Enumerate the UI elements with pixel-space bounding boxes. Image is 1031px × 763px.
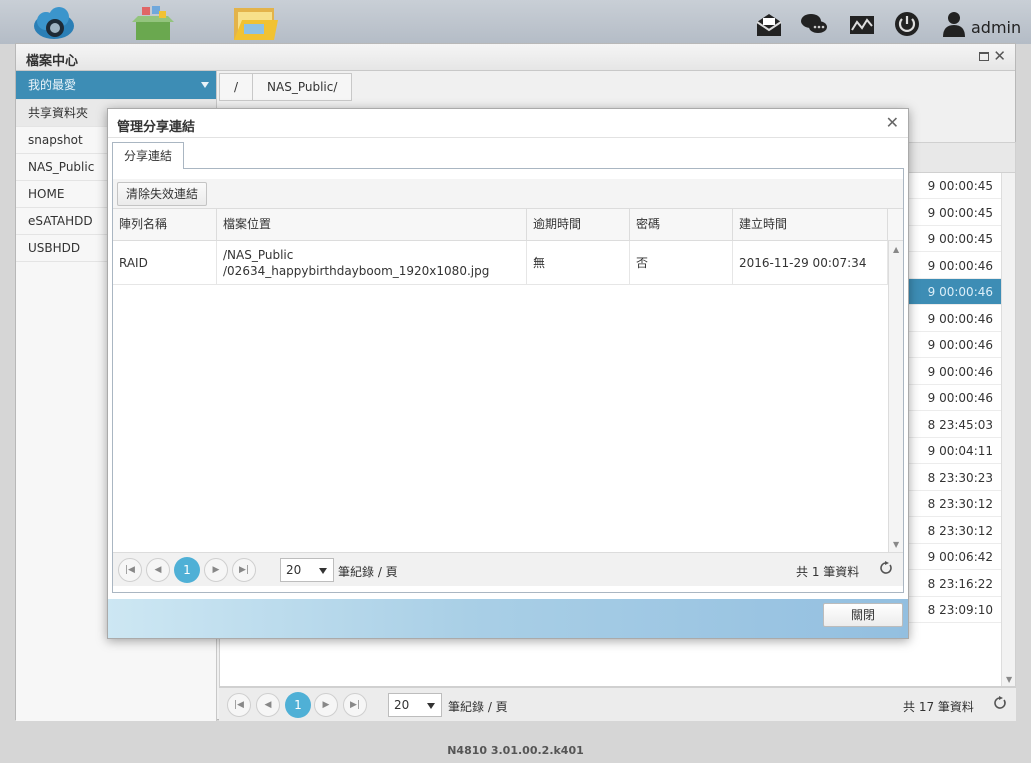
close-icon[interactable]: ✕ (993, 47, 1006, 65)
file-list-scrollbar[interactable]: ▼ (1001, 173, 1015, 686)
page-size-value: 20 (286, 563, 302, 577)
cell-created: 2016-11-29 00:07:34 (733, 241, 888, 284)
message-icon[interactable] (755, 10, 783, 38)
window-title-bar: 檔案中心 ✕ (16, 44, 1015, 71)
top-bar: admin (0, 0, 1031, 44)
dialog-footer: 關閉 (108, 599, 908, 638)
file-center-icon[interactable] (230, 4, 280, 42)
next-page-icon[interactable]: ▶ (204, 558, 228, 582)
chat-icon[interactable] (800, 10, 828, 38)
dialog-pager: |◀ ◀ 1 ▶ ▶| 20 筆紀錄 / 頁 共 1 筆資料 (113, 552, 903, 586)
prev-page-icon[interactable]: ◀ (256, 693, 280, 717)
modified-time: 9 00:00:46 (927, 311, 993, 326)
page-size-value: 20 (394, 698, 410, 712)
close-button[interactable]: 關閉 (823, 603, 903, 627)
modified-time: 9 00:00:46 (927, 258, 993, 273)
cell-path-line1: /NAS_Public (223, 247, 294, 262)
first-page-icon[interactable]: |◀ (227, 693, 251, 717)
prev-page-icon[interactable]: ◀ (146, 558, 170, 582)
chevron-down-icon (427, 703, 435, 709)
modified-time: 9 00:00:45 (927, 179, 993, 193)
total-count: 共 17 筆資料 (903, 700, 974, 714)
column-volume[interactable]: 陣列名稱 (113, 209, 217, 240)
modified-time: 8 23:30:23 (927, 470, 993, 485)
modified-time: 8 23:30:12 (927, 497, 993, 511)
cell-password: 否 (630, 241, 733, 284)
table-scrollbar[interactable]: ▲ ▼ (888, 241, 903, 552)
tab-share-links[interactable]: 分享連結 (112, 142, 184, 169)
current-page[interactable]: 1 (285, 692, 311, 718)
modified-time: 8 23:16:22 (927, 576, 993, 591)
window-title: 檔案中心 (26, 54, 79, 69)
modified-time: 9 00:00:46 (927, 338, 993, 352)
breadcrumb-root[interactable]: / (219, 73, 254, 101)
current-page[interactable]: 1 (174, 557, 200, 583)
share-links-panel: 清除失效連結 陣列名稱 檔案位置 逾期時間 密碼 建立時間 RAID /NAS_… (112, 168, 904, 593)
page-size-select[interactable]: 20 (280, 558, 334, 582)
modified-time: 8 23:09:10 (927, 603, 993, 617)
last-page-icon[interactable]: ▶| (232, 558, 256, 582)
power-icon[interactable] (893, 10, 921, 38)
breadcrumb: / NAS_Public/ (219, 73, 353, 101)
username-label[interactable]: admin (971, 18, 1021, 37)
scroll-down-icon[interactable]: ▼ (1006, 675, 1012, 684)
next-page-icon[interactable]: ▶ (314, 693, 338, 717)
first-page-icon[interactable]: |◀ (118, 558, 142, 582)
cell-expiry: 無 (527, 241, 630, 284)
manage-share-links-dialog: 管理分享連結 ✕ 分享連結 清除失效連結 陣列名稱 檔案位置 逾期時間 密碼 建… (107, 108, 909, 639)
scroll-up-icon[interactable]: ▲ (893, 245, 899, 254)
sidebar-item-favorites[interactable]: 我的最愛 (16, 71, 216, 100)
modified-time: 9 00:00:45 (927, 205, 993, 220)
modified-time: 8 23:30:12 (927, 523, 993, 538)
page-size-select[interactable]: 20 (388, 693, 442, 717)
refresh-icon[interactable] (993, 696, 1007, 710)
modified-time: 9 00:06:42 (927, 550, 993, 564)
monitor-icon[interactable] (848, 10, 876, 38)
dialog-toolbar: 清除失效連結 (113, 179, 903, 209)
cell-path-line2: /02634_happybirthdayboom_1920x1080.jpg (223, 263, 490, 278)
share-links-table-header: 陣列名稱 檔案位置 逾期時間 密碼 建立時間 (113, 209, 903, 241)
user-icon[interactable] (940, 10, 968, 38)
modified-time: 9 00:00:46 (927, 364, 993, 379)
per-page-label: 筆紀錄 / 頁 (448, 700, 508, 714)
total-count: 共 1 筆資料 (796, 565, 860, 579)
column-created[interactable]: 建立時間 (733, 209, 888, 240)
close-icon[interactable]: ✕ (886, 113, 899, 132)
last-page-icon[interactable]: ▶| (343, 693, 367, 717)
cell-path: /NAS_Public /02634_happybirthdayboom_192… (217, 241, 527, 284)
column-path[interactable]: 檔案位置 (217, 209, 527, 240)
modified-time: 9 00:00:45 (927, 232, 993, 246)
app-center-icon[interactable] (128, 4, 178, 42)
breadcrumb-folder[interactable]: NAS_Public/ (252, 73, 353, 101)
column-expiry[interactable]: 逾期時間 (527, 209, 630, 240)
chevron-down-icon (319, 568, 327, 574)
modified-time: 9 00:04:11 (927, 444, 993, 458)
firmware-version: N4810 3.01.00.2.k401 (447, 744, 584, 757)
table-row[interactable]: RAID /NAS_Public /02634_happybirthdayboo… (113, 241, 888, 285)
refresh-icon[interactable] (879, 561, 893, 575)
column-password[interactable]: 密碼 (630, 209, 733, 240)
modified-time: 8 23:45:03 (927, 417, 993, 432)
modified-time: 9 00:00:46 (927, 391, 993, 405)
dialog-title: 管理分享連結 (117, 120, 196, 135)
cloud-backup-icon[interactable] (28, 4, 78, 42)
per-page-label: 筆紀錄 / 頁 (338, 565, 398, 579)
cell-volume: RAID (113, 241, 217, 284)
scroll-down-icon[interactable]: ▼ (893, 540, 899, 549)
file-list-pager: |◀ ◀ 1 ▶ ▶| 20 筆紀錄 / 頁 共 17 筆資料 (219, 687, 1016, 721)
clear-expired-links-button[interactable]: 清除失效連結 (117, 182, 208, 206)
modified-time: 9 00:00:46 (927, 285, 993, 299)
maximize-icon[interactable] (979, 52, 989, 61)
